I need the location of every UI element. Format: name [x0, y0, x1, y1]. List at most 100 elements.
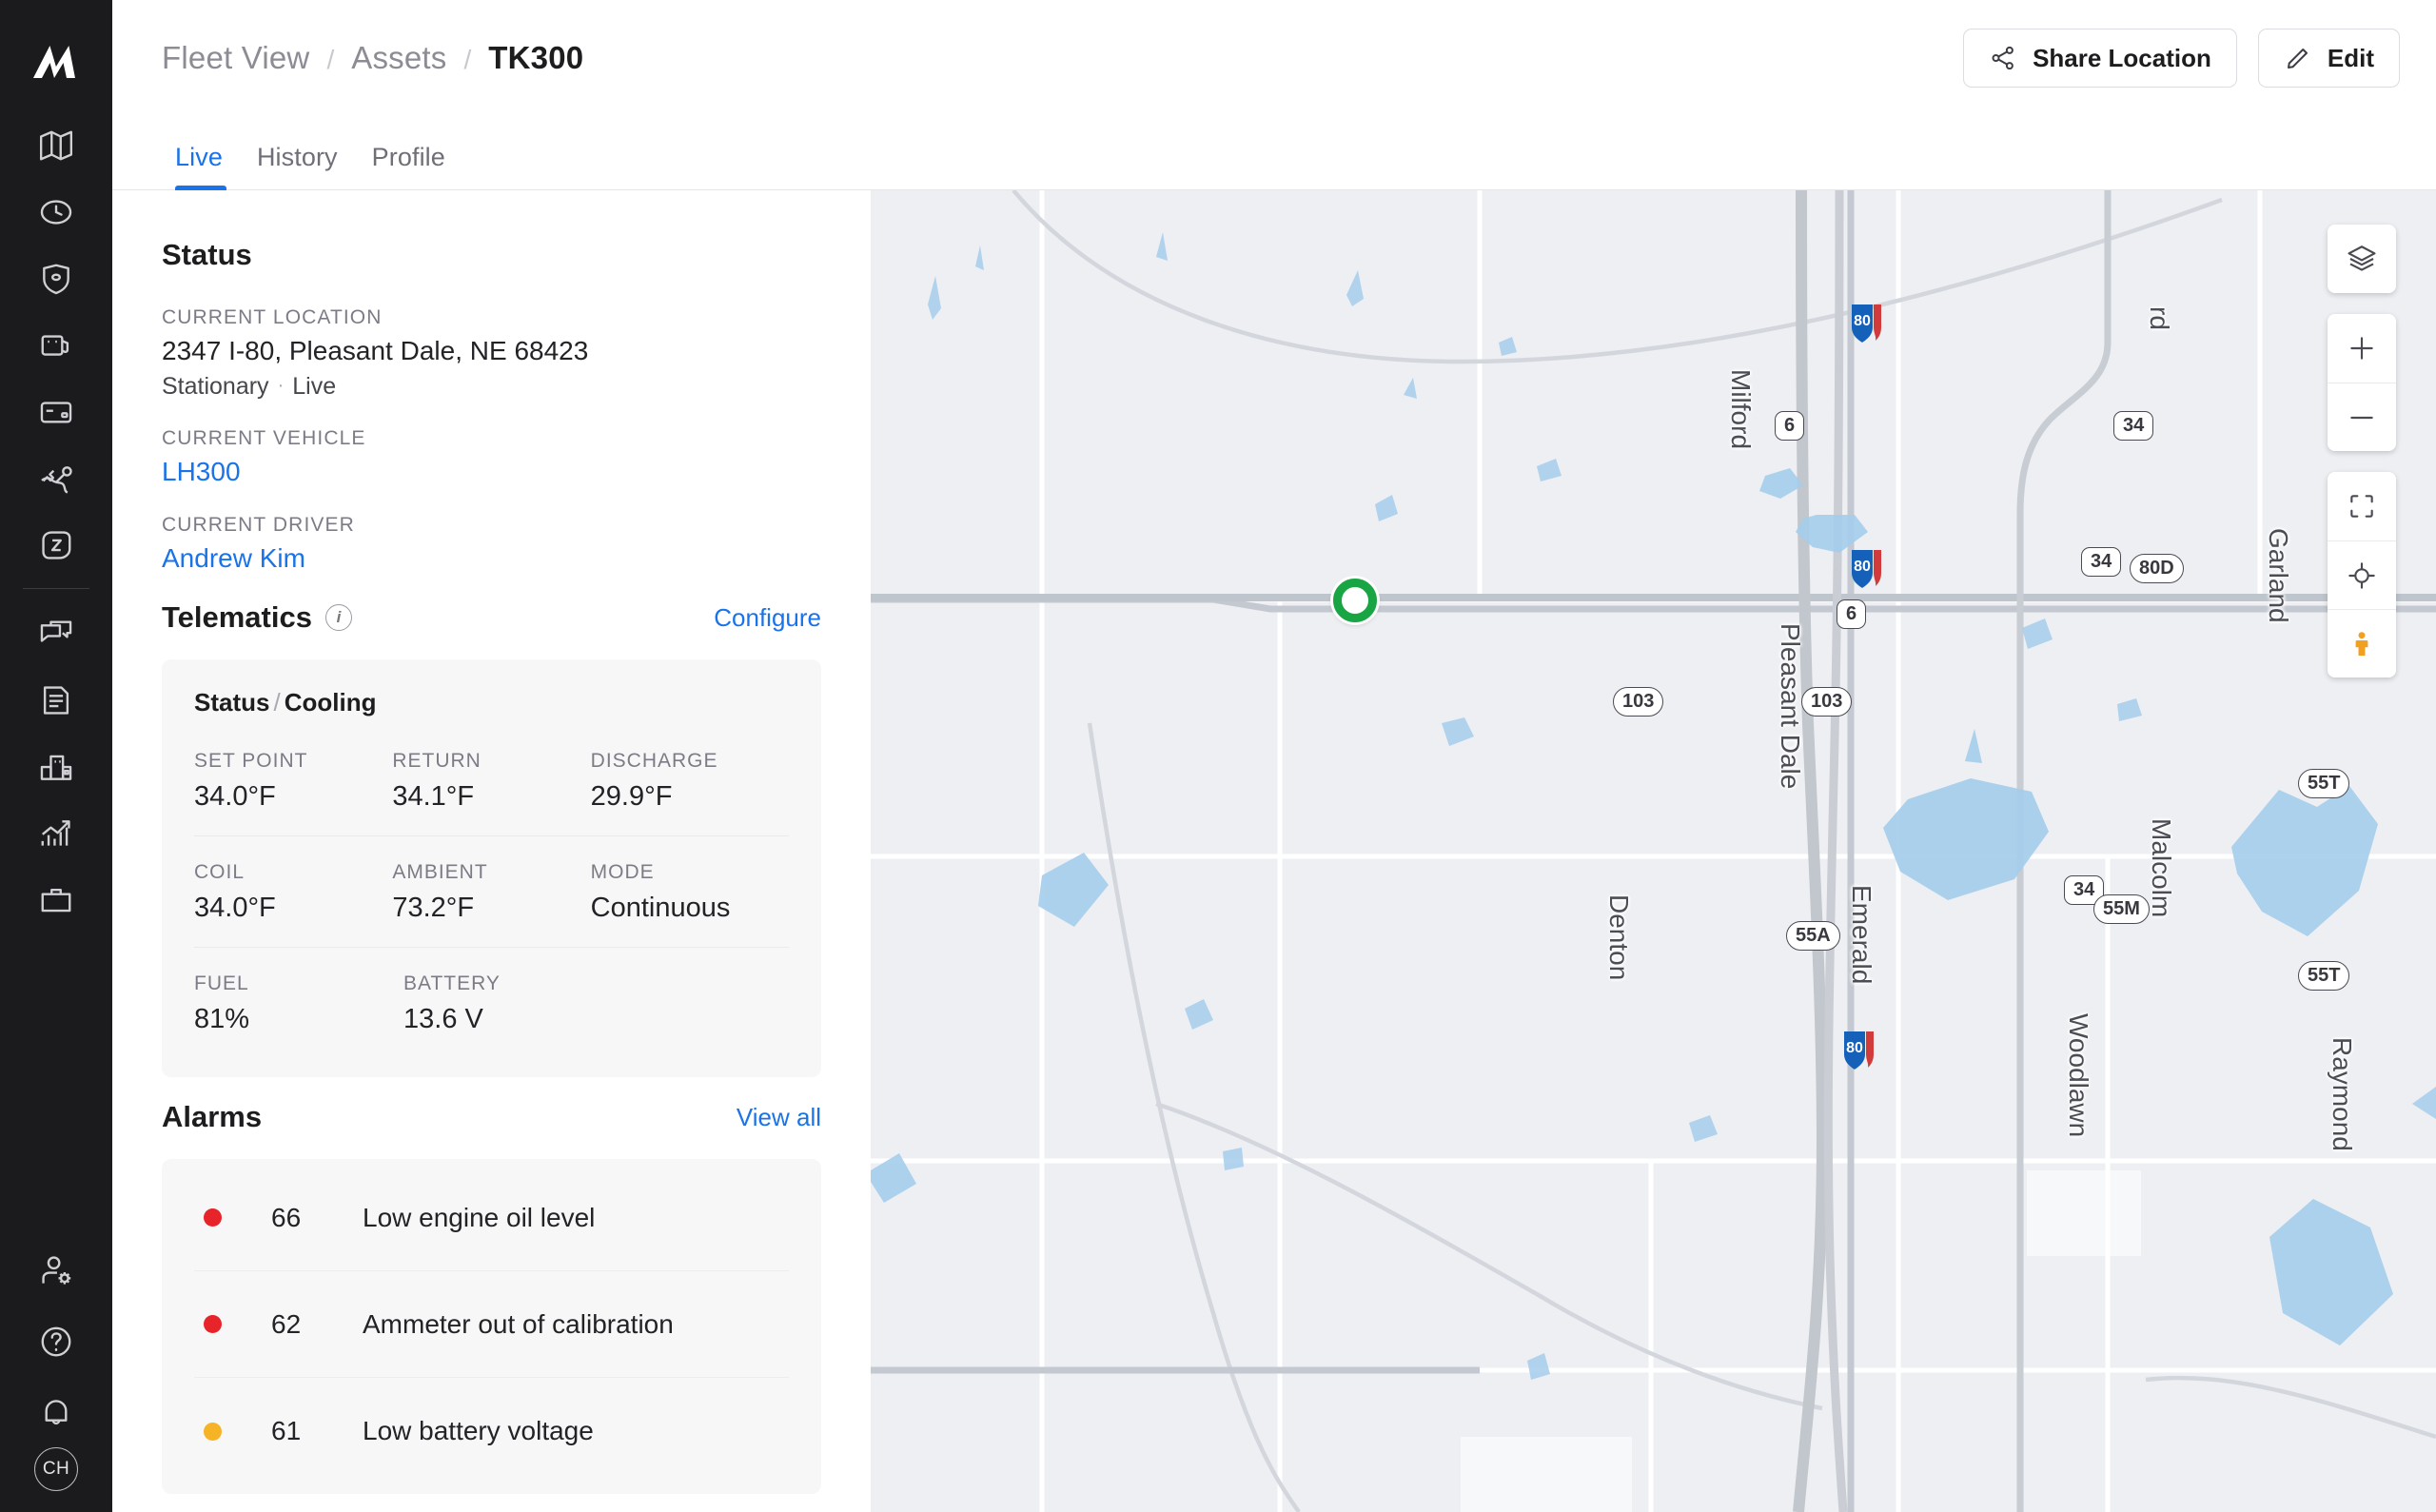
- svg-text:80: 80: [1846, 1040, 1863, 1056]
- avatar[interactable]: CH: [34, 1447, 78, 1491]
- sidebar-item-shield[interactable]: [27, 245, 86, 312]
- tab-profile[interactable]: Profile: [355, 143, 462, 189]
- current-location-label: CURRENT LOCATION: [162, 306, 383, 328]
- metric-label: RETURN: [392, 750, 481, 772]
- sidebar-item-wrench[interactable]: [27, 445, 86, 512]
- alarm-code: 61: [271, 1416, 302, 1445]
- map-canvas[interactable]: Milford Pleasant Dale Denton Emerald Gar…: [871, 190, 2436, 1512]
- sidebar-item-user-settings[interactable]: [27, 1236, 86, 1306]
- zoom-in-button[interactable]: [2328, 314, 2396, 383]
- status-badge: [204, 1422, 222, 1441]
- layers-control-group: [2328, 225, 2396, 293]
- map-controls: [2328, 225, 2396, 677]
- map-label-garland: Garland: [2264, 528, 2293, 623]
- metric-value: 81%: [194, 1004, 250, 1034]
- telematics-row-2: COIL 34.0°F AMBIENT 73.2°F MODE Continuo…: [194, 836, 789, 948]
- alarm-code: 66: [271, 1202, 302, 1232]
- route-shield-6: 6: [1775, 411, 1805, 441]
- breadcrumb-assets[interactable]: Assets: [351, 40, 446, 76]
- interstate-80-shield: 80: [1850, 303, 1888, 344]
- current-driver-group: CURRENT DRIVER Andrew Kim: [162, 514, 821, 574]
- sidebar-item-card[interactable]: [27, 379, 86, 445]
- route-shield-6: 6: [1837, 599, 1867, 629]
- metric-label: FUEL: [194, 972, 249, 994]
- tab-history[interactable]: History: [240, 143, 355, 189]
- sidebar-item-bell[interactable]: [27, 1377, 86, 1447]
- zoom-out-button[interactable]: [2328, 383, 2396, 451]
- breadcrumb-fleet-view[interactable]: Fleet View: [162, 40, 309, 76]
- view-control-group: [2328, 472, 2396, 677]
- sidebar-item-help[interactable]: [27, 1306, 86, 1377]
- configure-link[interactable]: Configure: [714, 603, 821, 633]
- tab-live[interactable]: Live: [162, 143, 240, 190]
- metric-set-point: SET POINT 34.0°F: [194, 750, 392, 813]
- primary-sidebar: CH: [0, 0, 112, 1512]
- share-icon: [1989, 44, 2017, 72]
- metric-label: COIL: [194, 861, 246, 883]
- route-shield-34: 34: [2081, 547, 2122, 577]
- metric-fuel: FUEL 81%: [194, 972, 403, 1035]
- metric-value: 34.0°F: [194, 893, 276, 923]
- map-label-pleasant-dale: Pleasant Dale: [1776, 623, 1805, 790]
- telematics-status-label: Status: [194, 688, 270, 717]
- sidebar-item-speed[interactable]: [27, 512, 86, 579]
- metric-ambient: AMBIENT 73.2°F: [392, 861, 590, 924]
- route-shield-55m: 55M: [2093, 894, 2150, 924]
- map-label-emerald: Emerald: [1847, 885, 1876, 985]
- sidebar-item-fuel[interactable]: [27, 312, 86, 379]
- top-bar-actions: Share Location Edit: [1963, 29, 2400, 88]
- map-layers-button[interactable]: [2328, 225, 2396, 293]
- motion-state: Stationary: [162, 373, 269, 400]
- sidebar-divider: [23, 588, 89, 589]
- map-label-woodlawn: Woodlawn: [2064, 1013, 2093, 1138]
- metric-value: Continuous: [590, 893, 731, 923]
- table-row[interactable]: 66 Low engine oil level: [194, 1165, 789, 1271]
- breadcrumb-separator-1: /: [326, 45, 335, 74]
- alarm-text: Low engine oil level: [363, 1202, 596, 1232]
- sidebar-item-chat[interactable]: [27, 600, 86, 667]
- telematics-title-slash: /: [273, 688, 281, 717]
- svg-text:80: 80: [1854, 559, 1871, 575]
- sidebar-item-map[interactable]: [27, 112, 86, 179]
- sidebar-item-briefcase[interactable]: [27, 867, 86, 933]
- state-separator: ·: [277, 375, 285, 396]
- view-all-link[interactable]: View all: [737, 1103, 821, 1132]
- asset-location-marker[interactable]: [1333, 579, 1377, 622]
- page-title: TK300: [488, 40, 584, 75]
- status-fields: CURRENT LOCATION 2347 I-80, Pleasant Dal…: [162, 306, 821, 574]
- feed-state: Live: [292, 373, 337, 400]
- asset-detail-panel: Status CURRENT LOCATION 2347 I-80, Pleas…: [112, 190, 871, 1512]
- sidebar-item-document[interactable]: [27, 667, 86, 734]
- current-vehicle-link[interactable]: LH300: [162, 457, 821, 487]
- metric-label: SET POINT: [194, 750, 308, 772]
- alarm-text: Ammeter out of calibration: [363, 1308, 674, 1339]
- pencil-icon: [2284, 44, 2312, 72]
- route-shield-103: 103: [1801, 687, 1853, 717]
- edit-button[interactable]: Edit: [2257, 29, 2400, 88]
- metric-value: 29.9°F: [590, 781, 673, 812]
- table-row[interactable]: 61 Low battery voltage: [194, 1378, 789, 1484]
- info-icon[interactable]: i: [324, 604, 352, 631]
- current-driver-label: CURRENT DRIVER: [162, 514, 355, 536]
- fullscreen-button[interactable]: [2328, 472, 2396, 540]
- sidebar-item-dashboard[interactable]: [27, 734, 86, 800]
- route-shield-80d: 80D: [2130, 554, 2184, 583]
- share-location-button[interactable]: Share Location: [1963, 29, 2237, 88]
- map-label-garland-clipped: rd: [2145, 306, 2174, 330]
- alarms-section-title: Alarms: [162, 1100, 263, 1133]
- motive-logo-icon[interactable]: [27, 32, 86, 91]
- metric-label: MODE: [590, 861, 655, 883]
- recenter-button[interactable]: [2328, 540, 2396, 609]
- location-state-line: Stationary · Live: [162, 373, 821, 401]
- main-region: Fleet View / Assets / TK300 Share Locati…: [112, 0, 2436, 1512]
- sidebar-item-clock[interactable]: [27, 179, 86, 245]
- table-row[interactable]: 62 Ammeter out of calibration: [194, 1271, 789, 1378]
- sidebar-nav: [23, 112, 89, 1236]
- svg-text:80: 80: [1854, 313, 1871, 329]
- current-driver-link[interactable]: Andrew Kim: [162, 543, 821, 574]
- pegman-street-view-button[interactable]: [2328, 609, 2396, 677]
- current-vehicle-group: CURRENT VEHICLE LH300: [162, 427, 821, 487]
- sidebar-item-chart[interactable]: [27, 800, 86, 867]
- route-shield-103: 103: [1613, 687, 1664, 717]
- metric-return: RETURN 34.1°F: [392, 750, 590, 813]
